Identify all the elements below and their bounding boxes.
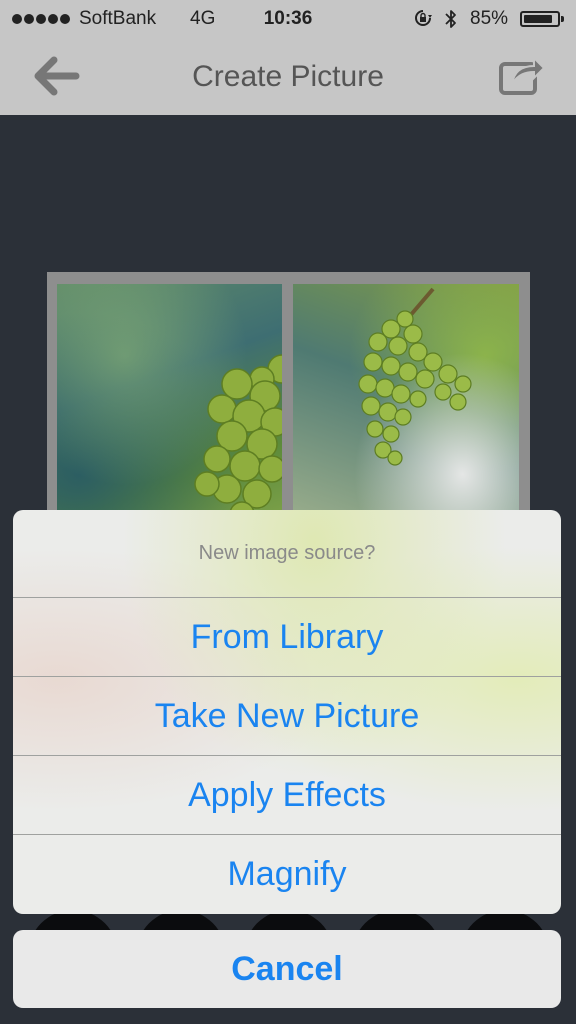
top-bar: SoftBank 4G 10:36 85% Create Picture: [0, 0, 576, 115]
page-title: Create Picture: [192, 60, 384, 93]
grapes-photo-right[interactable]: [293, 284, 519, 522]
apply-effects-button[interactable]: Apply Effects: [13, 756, 561, 835]
grapes-photo-left[interactable]: [57, 284, 282, 522]
action-sheet: New image source? From Library Take New …: [13, 510, 561, 914]
bluetooth-icon: [445, 10, 456, 28]
battery-icon: [520, 11, 564, 27]
cancel-button[interactable]: Cancel: [13, 930, 561, 1008]
take-new-picture-button[interactable]: Take New Picture: [13, 677, 561, 756]
share-icon[interactable]: [498, 52, 546, 96]
picture-collage[interactable]: [47, 272, 530, 522]
magnify-button[interactable]: Magnify: [13, 835, 561, 913]
from-library-button[interactable]: From Library: [13, 598, 561, 677]
action-sheet-title: New image source?: [13, 510, 561, 598]
status-bar: SoftBank 4G 10:36 85%: [0, 0, 576, 40]
rotation-lock-icon: [415, 10, 432, 26]
battery-percent: 85%: [470, 8, 509, 29]
